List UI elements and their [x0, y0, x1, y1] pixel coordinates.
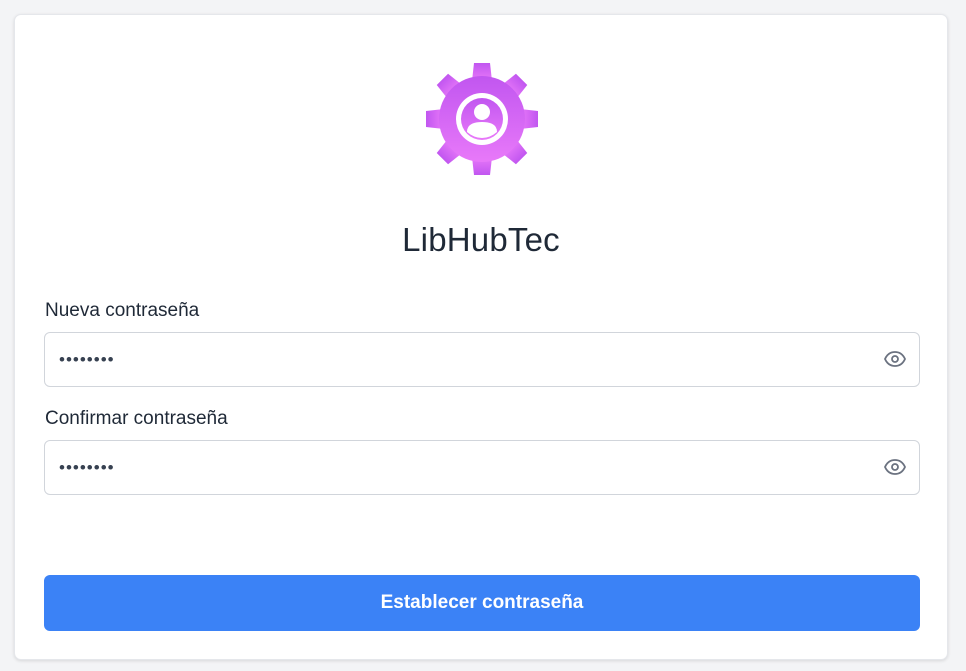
eye-icon[interactable] — [883, 347, 907, 371]
new-password-input[interactable] — [45, 333, 865, 386]
confirm-password-input[interactable] — [45, 441, 865, 494]
confirm-password-label: Confirmar contraseña — [45, 408, 228, 429]
app-title: LibHubTec — [402, 221, 560, 258]
new-password-field — [44, 332, 920, 387]
eye-icon[interactable] — [883, 455, 907, 479]
gear-user-icon — [426, 63, 538, 175]
set-password-card: LibHubTec Nueva contraseña Confirmar con… — [14, 14, 948, 660]
confirm-password-field — [44, 440, 920, 495]
new-password-label: Nueva contraseña — [45, 300, 200, 321]
set-password-button[interactable]: Establecer contraseña — [44, 575, 920, 631]
